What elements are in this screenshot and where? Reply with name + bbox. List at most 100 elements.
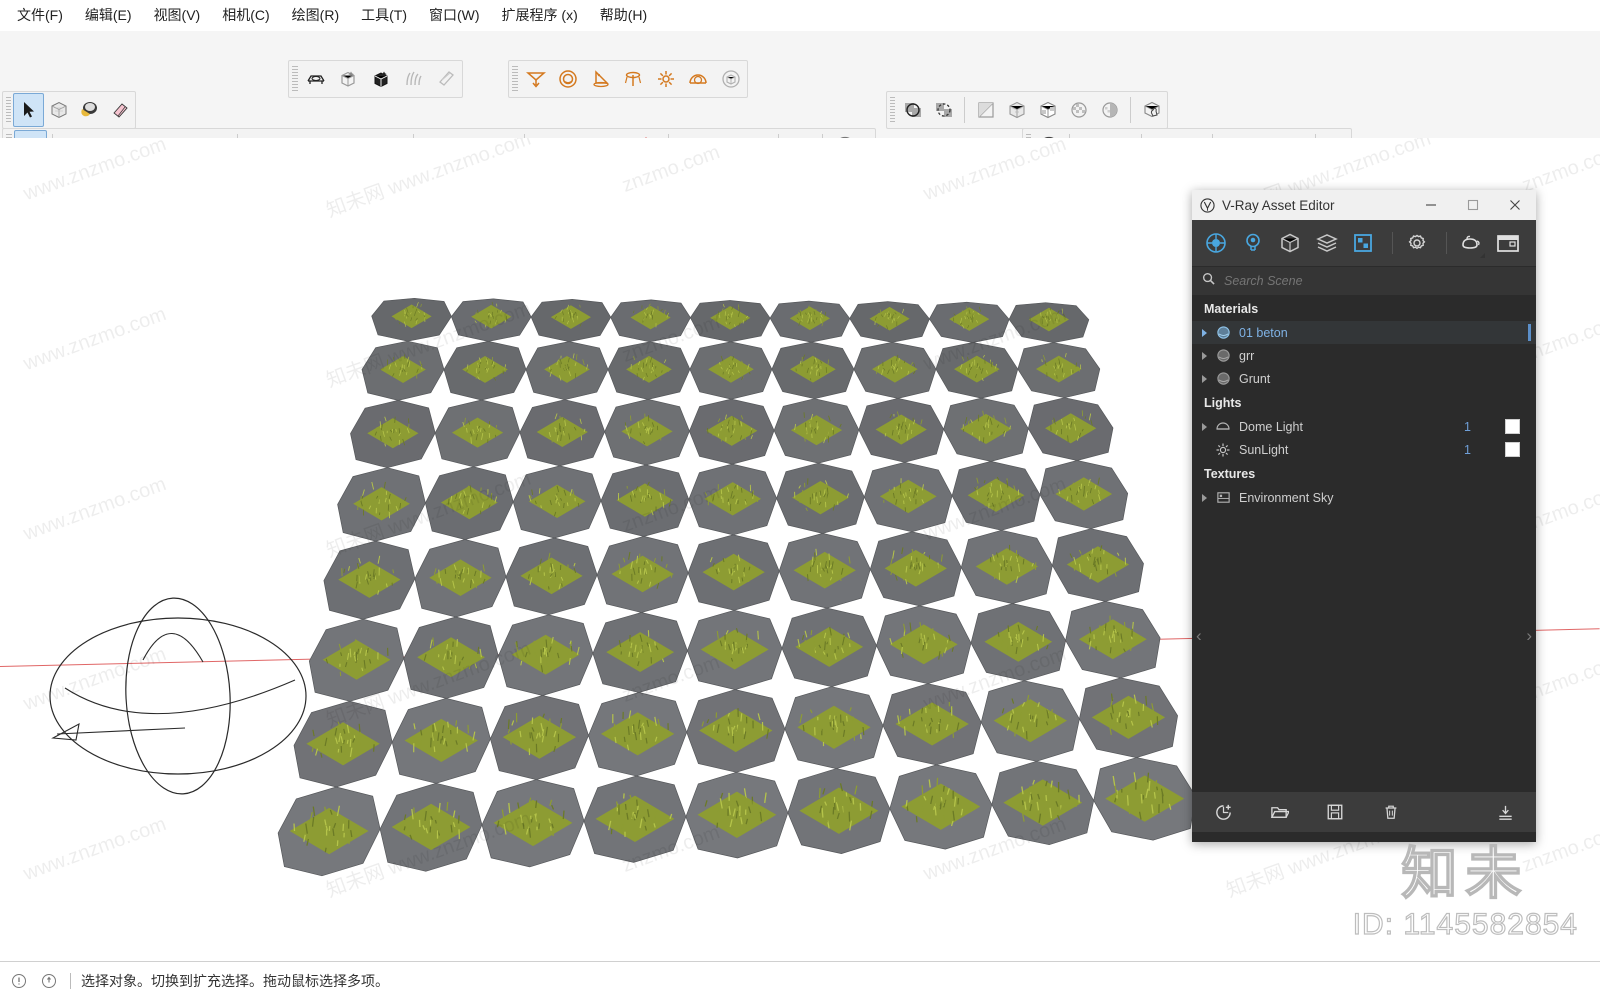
search-scene-field[interactable] xyxy=(1192,267,1536,296)
paver-grid xyxy=(255,278,1205,918)
toolbar-grip[interactable] xyxy=(6,97,11,123)
tab-textures[interactable] xyxy=(1347,226,1380,260)
asset-label: Dome Light xyxy=(1239,420,1464,434)
watermark-tile: www.znzmo.com xyxy=(921,138,1070,206)
asset-label: 01 beton xyxy=(1239,326,1536,340)
info-icon[interactable] xyxy=(8,970,30,992)
expand-triangle-icon[interactable] xyxy=(1202,423,1207,431)
asset-label: SunLight xyxy=(1239,443,1464,457)
group-materials-header: Materials xyxy=(1192,296,1536,321)
monochrome-icon[interactable] xyxy=(1094,93,1125,127)
outer-shell-icon[interactable] xyxy=(897,93,928,127)
menu-draw[interactable]: 绘图(R) xyxy=(281,3,350,27)
tab-geometry[interactable] xyxy=(1274,226,1307,260)
toolbar-grip[interactable] xyxy=(512,66,518,92)
import-asset-button[interactable] xyxy=(1488,797,1522,827)
save-asset-button[interactable] xyxy=(1318,797,1352,827)
select-arrow-icon[interactable] xyxy=(13,93,43,127)
menu-tools[interactable]: 工具(T) xyxy=(350,3,418,27)
asset-row[interactable]: 01 beton xyxy=(1192,321,1536,344)
menu-file[interactable]: 文件(F) xyxy=(6,3,74,27)
omni-light-icon[interactable] xyxy=(650,62,682,96)
search-input[interactable] xyxy=(1222,273,1486,289)
toolbar-grip[interactable] xyxy=(292,66,298,92)
tab-lights[interactable] xyxy=(1237,226,1270,260)
chevron-right-icon[interactable]: › xyxy=(1526,626,1532,646)
intersect-icon[interactable] xyxy=(928,93,959,127)
vray-fur-icon[interactable] xyxy=(365,62,397,96)
menu-camera[interactable]: 相机(C) xyxy=(211,3,280,27)
tab-frame-buffer[interactable] xyxy=(1491,226,1524,260)
spot-light-icon[interactable] xyxy=(585,62,617,96)
tab-render[interactable] xyxy=(1455,226,1488,260)
shaded-icon[interactable] xyxy=(1063,93,1094,127)
menu-edit[interactable]: 编辑(E) xyxy=(74,3,143,27)
wireframe-icon[interactable] xyxy=(1001,93,1032,127)
dome-light-icon[interactable] xyxy=(682,62,714,96)
tab-separator xyxy=(1446,232,1447,254)
selection-indicator xyxy=(1528,324,1531,341)
mesh-light-icon[interactable] xyxy=(715,62,747,96)
group-lights-header: Lights xyxy=(1192,390,1536,415)
menu-help[interactable]: 帮助(H) xyxy=(589,3,658,27)
asset-count: 1 xyxy=(1464,443,1471,457)
asset-row[interactable]: grr xyxy=(1192,344,1536,367)
sphere-light-icon[interactable] xyxy=(552,62,584,96)
vray-plane-icon[interactable] xyxy=(300,62,332,96)
menu-window[interactable]: 窗口(W) xyxy=(418,3,491,27)
expand-triangle-icon[interactable] xyxy=(1202,352,1207,360)
make-component-icon[interactable] xyxy=(44,93,74,127)
open-asset-button[interactable] xyxy=(1262,797,1296,827)
toolbar-area: A1 xyxy=(0,31,1600,140)
toolbar-styles xyxy=(886,91,1168,129)
menu-view[interactable]: 视图(V) xyxy=(143,3,212,27)
group-textures-header: Textures xyxy=(1192,461,1536,486)
asset-row[interactable]: Environment Sky xyxy=(1192,486,1536,509)
minimize-button[interactable] xyxy=(1410,190,1452,220)
toolbar-vray-lights xyxy=(508,60,748,98)
asset-label: grr xyxy=(1239,349,1536,363)
vray-asset-editor-window[interactable]: V-Ray Asset Editor Search Scene ‹ › Mate… xyxy=(1192,190,1536,842)
expand-triangle-icon[interactable] xyxy=(1202,494,1207,502)
expand-triangle-icon[interactable] xyxy=(1202,375,1207,383)
watermark-tile: www.znzmo.com xyxy=(21,473,170,546)
grass-paver-field[interactable] xyxy=(255,278,1205,918)
tab-render-elements[interactable] xyxy=(1310,226,1343,260)
tab-settings[interactable] xyxy=(1401,226,1434,260)
chevron-left-icon[interactable]: ‹ xyxy=(1196,626,1202,646)
position-camera-icon[interactable] xyxy=(1136,93,1167,127)
status-separator xyxy=(70,973,71,989)
menu-extensions[interactable]: 扩展程序 (x) xyxy=(491,3,589,27)
delete-asset-button[interactable] xyxy=(1374,797,1408,827)
paint-bucket-icon[interactable] xyxy=(74,93,104,127)
status-bar: 选择对象。切换到扩充选择。拖动鼠标选择多项。 xyxy=(0,961,1600,1000)
asset-enable-checkbox[interactable] xyxy=(1505,442,1520,457)
add-asset-button[interactable] xyxy=(1206,797,1240,827)
maximize-button[interactable] xyxy=(1452,190,1494,220)
vray-clipper-icon[interactable] xyxy=(397,62,429,96)
rect-light-icon[interactable] xyxy=(520,62,552,96)
eraser-icon[interactable] xyxy=(105,93,135,127)
hidden-line-icon[interactable] xyxy=(1032,93,1063,127)
ies-light-icon[interactable] xyxy=(617,62,649,96)
asset-count: 1 xyxy=(1464,420,1471,434)
vray-decal-icon[interactable] xyxy=(430,62,462,96)
tab-materials[interactable] xyxy=(1200,226,1233,260)
close-button[interactable] xyxy=(1494,190,1536,220)
toolbar-vray-objects xyxy=(288,60,463,98)
warning-icon[interactable] xyxy=(38,970,60,992)
dome-light-icon xyxy=(1214,418,1232,436)
toolbar-grip[interactable] xyxy=(890,97,895,123)
expand-triangle-icon[interactable] xyxy=(1202,329,1207,337)
asset-row[interactable]: SunLight 1 xyxy=(1192,438,1536,461)
asset-list[interactable]: ‹ › Materials 01 beton grr Grunt Lights Dome … xyxy=(1192,296,1536,791)
xray-icon[interactable] xyxy=(970,93,1001,127)
asset-row[interactable]: Grunt xyxy=(1192,367,1536,390)
watermark-tile: www.znzmo.com xyxy=(21,303,170,376)
asset-row[interactable]: Dome Light 1 xyxy=(1192,415,1536,438)
vray-title-bar[interactable]: V-Ray Asset Editor xyxy=(1192,190,1536,220)
toolbar-separator xyxy=(964,97,965,123)
status-message: 选择对象。切换到扩充选择。拖动鼠标选择多项。 xyxy=(81,971,389,991)
vray-proxy-icon[interactable] xyxy=(332,62,364,96)
asset-enable-checkbox[interactable] xyxy=(1505,419,1520,434)
